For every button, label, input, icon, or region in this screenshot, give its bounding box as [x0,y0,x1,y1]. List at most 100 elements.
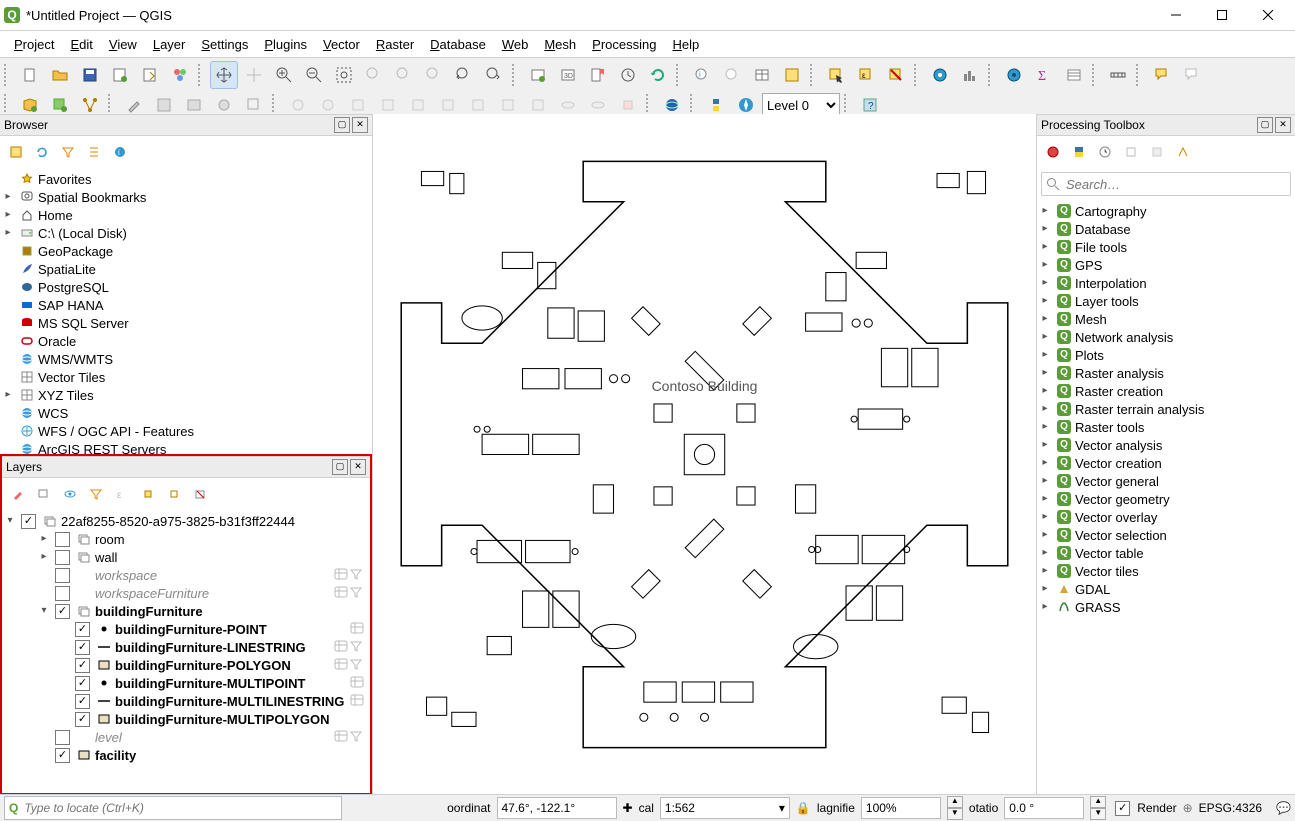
rot-field[interactable]: 0.0 ° [1004,797,1084,819]
chevron-right-icon[interactable]: ▸ [1039,475,1051,487]
menu-processing[interactable]: Processing [584,35,664,54]
processing-group[interactable]: ▸QLayer tools [1037,292,1295,310]
menu-view[interactable]: View [101,35,145,54]
locator-input[interactable] [22,800,337,816]
toolbar-handle[interactable] [676,64,684,86]
chevron-right-icon[interactable]: ▸ [1039,565,1051,577]
new-3d-view-button[interactable]: 3D [554,61,582,89]
measure-line-button[interactable] [1104,61,1132,89]
processing-group[interactable]: ▸QRaster analysis [1037,364,1295,382]
layers-tree[interactable]: ▾22af8255-8520-a975-3825-b31f3ff22444▸ro… [2,510,370,793]
crs-label[interactable]: EPSG:4326 [1199,801,1262,815]
layer-visibility-checkbox[interactable] [75,640,90,655]
browser-item[interactable]: MS SQL Server [0,314,372,332]
browser-item[interactable]: WCS [0,404,372,422]
locator-bar[interactable]: Q [4,796,342,820]
layer-item[interactable]: buildingFurniture-POINT [2,620,370,638]
chevron-right-icon[interactable] [2,371,14,383]
crs-icon[interactable]: ⊕ [1183,801,1193,815]
zoom-selection-button[interactable] [360,61,388,89]
layer-item[interactable]: facility [2,746,370,764]
panel-close-button[interactable]: ✕ [350,459,366,475]
open-attribute-table-button[interactable] [926,61,954,89]
render-cb[interactable] [1115,801,1130,816]
layer-visibility-checkbox[interactable] [55,748,70,763]
toolbar-handle[interactable] [810,64,818,86]
layers-filter-icon[interactable] [84,482,108,506]
chevron-right-icon[interactable] [2,335,14,347]
refresh-button[interactable] [644,61,672,89]
chevron-right-icon[interactable] [2,443,14,454]
layer-visibility-checkbox[interactable] [75,676,90,691]
chevron-right-icon[interactable]: ▸ [1039,403,1051,415]
menu-database[interactable]: Database [422,35,494,54]
processing-group[interactable]: ▸QVector table [1037,544,1295,562]
save-project-button[interactable] [76,61,104,89]
minimize-button[interactable] [1153,0,1199,30]
chevron-right-icon[interactable] [2,299,14,311]
browser-props-icon[interactable]: i [108,140,132,164]
processing-group[interactable]: ▸QCartography [1037,202,1295,220]
mag-spinner[interactable]: ▲▼ [947,796,963,820]
chevron-right-icon[interactable]: ▸ [1039,259,1051,271]
layout-manager-button[interactable] [136,61,164,89]
processing-group[interactable]: ▸QMesh [1037,310,1295,328]
processing-group[interactable]: ▸QDatabase [1037,220,1295,238]
browser-tree[interactable]: Favorites▸Spatial Bookmarks▸Home▸C:\ (Lo… [0,168,372,454]
processing-group[interactable]: ▸QVector general [1037,472,1295,490]
chevron-right-icon[interactable]: ▸ [1039,295,1051,307]
layer-visibility-checkbox[interactable] [55,550,70,565]
new-print-layout-button[interactable] [106,61,134,89]
expand-icon[interactable] [58,659,70,671]
browser-item[interactable]: GeoPackage [0,242,372,260]
menu-raster[interactable]: Raster [368,35,422,54]
toolbar-handle[interactable] [1136,64,1144,86]
layer-item[interactable]: workspace [2,566,370,584]
lock-icon[interactable]: 🔒 [796,801,811,815]
scale-field[interactable]: 1:562▾ [660,797,790,819]
pan-to-selection-button[interactable] [240,61,268,89]
browser-item[interactable]: Oracle [0,332,372,350]
close-button[interactable] [1245,0,1291,30]
zoom-last-button[interactable] [450,61,478,89]
processing-model-icon[interactable] [1041,140,1065,164]
expand-icon[interactable] [58,641,70,653]
processing-search[interactable] [1041,172,1291,196]
browser-panel-header[interactable]: Browser ▢ ✕ [0,114,372,136]
toolbar-handle[interactable] [1092,64,1100,86]
map-canvas[interactable]: Contoso Building [373,114,1036,795]
chevron-right-icon[interactable] [2,263,14,275]
action-button[interactable] [718,61,746,89]
maptips-button[interactable] [1148,61,1176,89]
layers-style-icon[interactable] [6,482,30,506]
processing-group[interactable]: ▸QVector creation [1037,454,1295,472]
layers-add-group-icon[interactable] [32,482,56,506]
expand-icon[interactable] [38,569,50,581]
expand-icon[interactable] [38,731,50,743]
layers-collapse-icon[interactable] [162,482,186,506]
layer-item[interactable]: level [2,728,370,746]
toolbar-handle[interactable] [198,64,206,86]
zoom-native-button[interactable] [420,61,448,89]
processing-group[interactable]: ▸QVector analysis [1037,436,1295,454]
messages-icon[interactable]: 💬 [1276,801,1291,815]
chevron-down-icon[interactable]: ▾ [4,515,16,527]
processing-search-input[interactable] [1064,176,1286,193]
coord-target-icon[interactable]: ✚ [623,801,633,815]
layer-visibility-checkbox[interactable] [55,604,70,619]
chevron-right-icon[interactable]: ▸ [1039,529,1051,541]
layer-visibility-checkbox[interactable] [21,514,36,529]
layer-item[interactable]: buildingFurniture-MULTILINESTRING [2,692,370,710]
coord-field[interactable]: 47.6°, -122.1° [497,797,617,819]
chevron-right-icon[interactable]: ▸ [1039,331,1051,343]
mag-field[interactable]: 100% [861,797,941,819]
menu-project[interactable]: Project [6,35,62,54]
expand-icon[interactable] [38,749,50,761]
render-checkbox[interactable]: Render [1112,801,1176,816]
menu-settings[interactable]: Settings [193,35,256,54]
select-features-button[interactable] [822,61,850,89]
processing-panel-header[interactable]: Processing Toolbox ▢ ✕ [1037,114,1295,136]
processing-group[interactable]: ▸QPlots [1037,346,1295,364]
layer-item[interactable]: buildingFurniture-MULTIPOINT [2,674,370,692]
browser-filter-icon[interactable] [56,140,80,164]
